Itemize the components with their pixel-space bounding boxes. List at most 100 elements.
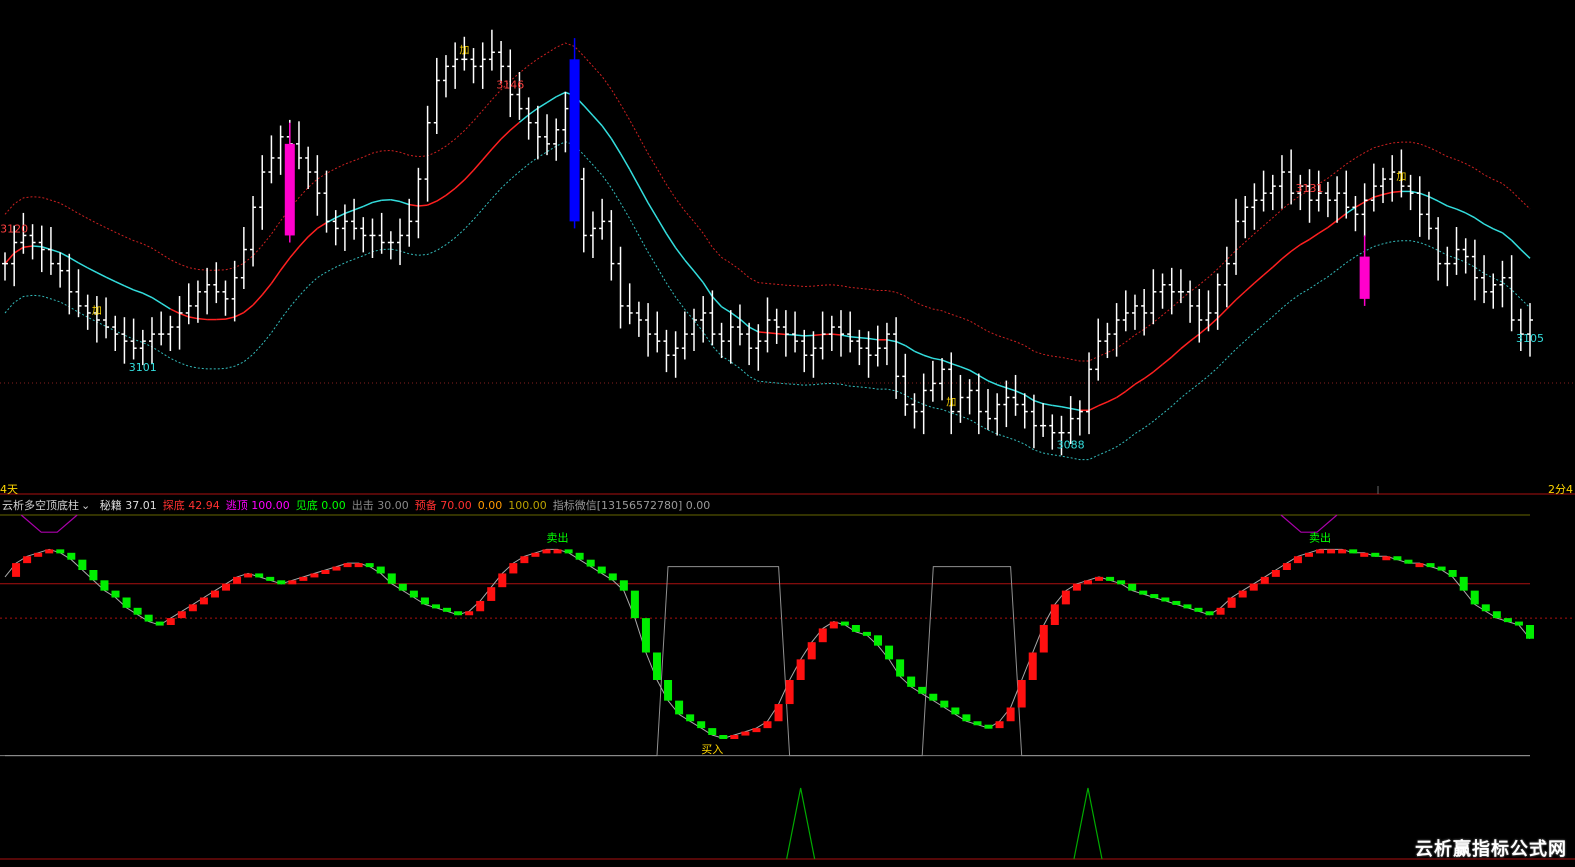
oscillator-column [365, 563, 374, 568]
oscillator-column [1249, 583, 1258, 591]
oscillator-column [763, 721, 772, 729]
oscillator-column [1117, 580, 1126, 585]
ma-segment [289, 246, 300, 259]
ma-segment [914, 350, 924, 356]
oscillator-column [111, 590, 120, 598]
ma-segment [1345, 206, 1356, 215]
ma-segment [280, 257, 291, 271]
ma-segment [537, 101, 548, 109]
oscillator-column [1360, 552, 1369, 557]
ma-segment [1355, 201, 1366, 208]
ma-segment [1244, 282, 1255, 292]
ma-segment [850, 335, 860, 339]
ma-segment [1162, 356, 1173, 366]
oscillator-column [100, 580, 109, 591]
ma-segment [170, 308, 180, 315]
ma-segment [555, 91, 566, 98]
ma-segment [307, 227, 318, 238]
ma-segment [1428, 196, 1439, 202]
oscillator-column [619, 580, 628, 591]
ma-segment [1437, 200, 1448, 207]
ma-segment [114, 280, 125, 287]
ma-segment [234, 311, 245, 318]
oscillator-column [465, 611, 474, 616]
oscillator-column [1194, 607, 1203, 612]
oscillator-column [1304, 552, 1313, 557]
ma-segment [996, 384, 1007, 389]
ma-segment [831, 333, 842, 336]
oscillator-column [531, 552, 540, 557]
ma-segment [813, 333, 823, 337]
ma-segment [1116, 390, 1127, 399]
oscillator-column [940, 700, 949, 708]
ma-segment [1253, 274, 1265, 284]
oscillator-column [874, 635, 883, 646]
ma-segment [445, 187, 456, 196]
oscillator-column [851, 625, 860, 632]
ma-segment [1024, 394, 1035, 402]
oscillator-column [984, 724, 993, 729]
add-marker: 加 [1396, 171, 1406, 183]
oscillator-column [840, 621, 849, 626]
ma-segment [1281, 250, 1292, 260]
ma-segment [1171, 348, 1182, 358]
ma-segment [23, 245, 33, 248]
oscillator-column [1338, 549, 1347, 554]
ma-segment [390, 199, 401, 203]
ma-segment [1483, 223, 1494, 230]
ma-segment [472, 159, 484, 171]
oscillator-column [144, 614, 153, 622]
ma-segment [1125, 383, 1136, 392]
ma-segment [656, 217, 668, 235]
oscillator-column [1426, 563, 1435, 568]
oscillator-column [719, 735, 728, 739]
ma-segment [1456, 208, 1466, 214]
sell-label: 卖出 [1309, 530, 1331, 544]
ma-segment [1511, 239, 1522, 251]
ma-segment [1061, 406, 1071, 410]
oscillator-column [1293, 556, 1302, 564]
ma-segment [1207, 317, 1219, 328]
ma-segment [78, 262, 89, 269]
ma-segment [1501, 232, 1513, 241]
ma-segment [1419, 192, 1430, 198]
ma-segment [68, 256, 79, 264]
oscillator-column [420, 597, 429, 605]
oscillator-column [652, 652, 661, 680]
oscillator-column [575, 552, 584, 560]
ma-segment [344, 209, 355, 215]
ma-segment [1052, 404, 1062, 408]
ma-segment [1492, 228, 1503, 234]
ma-segment [1088, 405, 1099, 411]
oscillator-column [1172, 600, 1181, 605]
ma-segment [702, 282, 714, 298]
ma-segment [509, 121, 520, 131]
ma-segment [886, 339, 897, 343]
oscillator-column [907, 676, 916, 687]
ma-segment [1327, 219, 1338, 229]
price-label: 3131 [1296, 182, 1324, 195]
ma-segment [59, 251, 70, 259]
oscillator-column [1205, 611, 1214, 616]
ma-segment [372, 199, 382, 204]
ma-segment [1180, 340, 1191, 350]
ma-segment [105, 276, 116, 283]
oscillator-column [929, 693, 938, 701]
oscillator-column [553, 549, 562, 554]
ma-segment [1235, 290, 1246, 301]
oscillator-column [299, 576, 308, 581]
ma-segment [32, 245, 42, 248]
indicator-name[interactable]: 云析多空顶底柱 [2, 499, 79, 512]
oscillator-column [67, 552, 76, 560]
oscillator-column [1260, 576, 1269, 584]
price-label: 3120 [0, 223, 28, 236]
oscillator-column [122, 597, 131, 608]
oscillator-column [155, 621, 164, 626]
ma-segment [1290, 244, 1301, 252]
ma-segment [758, 331, 768, 334]
oscillator-column [664, 680, 673, 701]
ma-segment [721, 306, 732, 314]
oscillator-column [1448, 570, 1457, 577]
ma-segment [950, 362, 961, 368]
chevron-down-icon[interactable]: ⌄ [81, 499, 90, 512]
